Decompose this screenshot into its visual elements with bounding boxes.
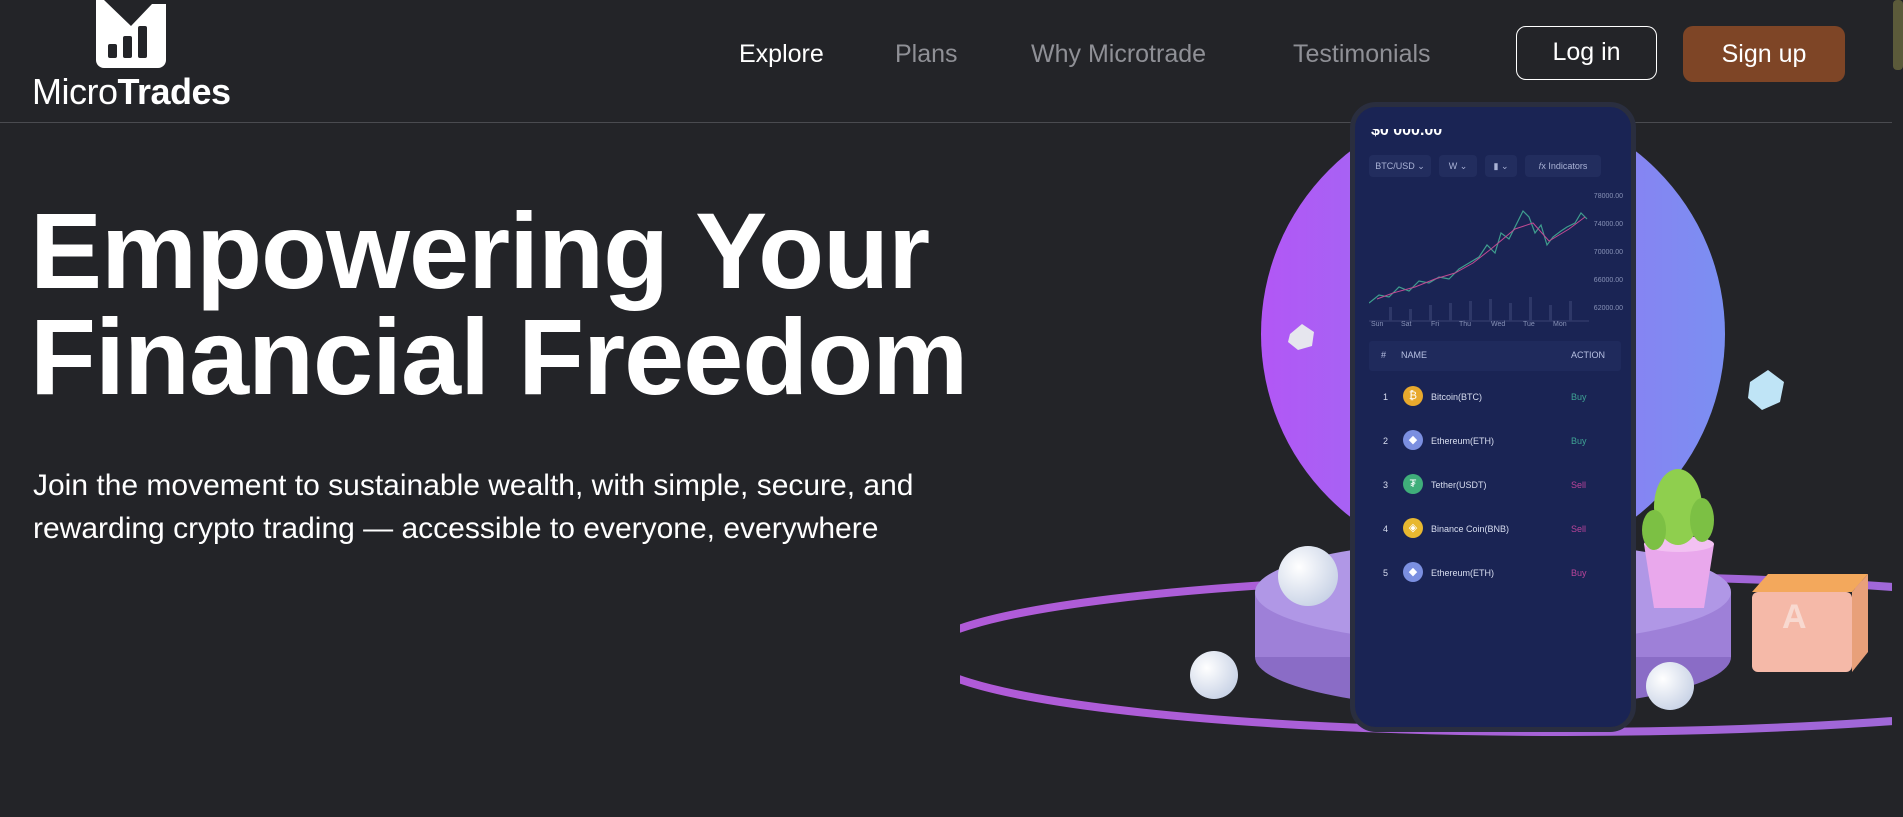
bitcoin-icon: ₿ xyxy=(1403,386,1423,406)
row-number: 2 xyxy=(1383,436,1389,446)
login-button[interactable]: Log in xyxy=(1516,26,1657,80)
buy-action[interactable]: Buy xyxy=(1571,392,1587,402)
row-number: 5 xyxy=(1383,568,1389,578)
nav-explore[interactable]: Explore xyxy=(739,38,824,70)
row-number: 4 xyxy=(1383,524,1389,534)
chevron-down-icon: ⌄ xyxy=(1417,161,1425,171)
price-chart-candles xyxy=(1369,209,1589,322)
x-tick: Sun xyxy=(1371,321,1384,328)
col-header-index: # xyxy=(1381,350,1387,360)
x-tick: Sat xyxy=(1401,321,1412,328)
brand-wordmark-light: Micro xyxy=(32,71,118,112)
coin-name: Ethereum(ETH) xyxy=(1431,436,1495,446)
hero-subtitle-line-2: rewarding crypto trading — accessible to… xyxy=(33,512,879,545)
hero-title-line-2: Financial Freedom xyxy=(30,296,968,417)
hero-illustration: A $0 000.00 BTC/USD ⌄ W ⌄ ▮ ⌄ 𝑓x Indicat… xyxy=(960,102,1892,817)
chevron-down-icon: ⌄ xyxy=(1459,161,1468,171)
coin-row[interactable]: 4 ◈ Binance Coin(BNB) Sell xyxy=(1369,507,1621,551)
scrollbar-thumb[interactable] xyxy=(1893,0,1903,70)
chart-type-selector[interactable]: ▮ ⌄ xyxy=(1485,155,1517,177)
brand-wordmark: MicroTrades xyxy=(32,72,231,112)
coin-row[interactable]: 5 ◆ Ethereum(ETH) Buy xyxy=(1369,551,1621,595)
x-tick: Mon xyxy=(1553,321,1567,328)
indicators-button[interactable]: 𝑓x Indicators xyxy=(1525,155,1601,177)
price-chart[interactable]: 78000.00 74000.00 70000.00 66000.00 6200… xyxy=(1369,183,1625,333)
x-tick: Fri xyxy=(1431,321,1440,328)
coin-row[interactable]: 3 ₮ Tether(USDT) Sell xyxy=(1369,463,1621,507)
indicators-label: Indicators xyxy=(1548,161,1588,171)
sell-action[interactable]: Sell xyxy=(1571,480,1586,490)
nav-why-microtrade[interactable]: Why Microtrade xyxy=(1031,38,1206,70)
signup-button[interactable]: Sign up xyxy=(1683,26,1845,82)
interval-selector[interactable]: W ⌄ xyxy=(1439,155,1477,177)
coin-name: Binance Coin(BNB) xyxy=(1431,524,1510,534)
coin-row[interactable]: 1 ₿ Bitcoin(BTC) Buy xyxy=(1369,375,1621,419)
y-tick: 62000.00 xyxy=(1593,305,1623,312)
pair-selector-label: BTC/USD xyxy=(1375,161,1415,171)
sell-action[interactable]: Sell xyxy=(1571,524,1586,534)
brand-logo[interactable]: MicroTrades xyxy=(32,0,242,112)
binance-icon: ◈ xyxy=(1403,518,1423,538)
x-tick: Wed xyxy=(1491,321,1506,328)
phone-mockup: $0 000.00 BTC/USD ⌄ W ⌄ ▮ ⌄ 𝑓x Indicator… xyxy=(1350,102,1636,732)
x-tick: Tue xyxy=(1523,321,1535,328)
buy-action[interactable]: Buy xyxy=(1571,436,1587,446)
coin-row[interactable]: 2 ◆ Ethereum(ETH) Buy xyxy=(1369,419,1621,463)
interval-selector-label: W xyxy=(1448,161,1458,171)
x-tick: Thu xyxy=(1459,321,1472,328)
y-tick: 78000.00 xyxy=(1593,193,1623,200)
ethereum-icon: ◆ xyxy=(1403,562,1423,582)
y-tick: 66000.00 xyxy=(1593,277,1623,284)
fx-icon: 𝑓x xyxy=(1538,161,1546,171)
row-number: 1 xyxy=(1383,392,1389,402)
brand-wordmark-bold: Trades xyxy=(117,71,232,112)
coin-name: Tether(USDT) xyxy=(1431,480,1487,490)
bar-chart-logo-icon xyxy=(96,0,166,68)
row-number: 3 xyxy=(1383,480,1389,490)
tether-icon: ₮ xyxy=(1403,474,1423,494)
ethereum-icon: ◆ xyxy=(1403,430,1423,450)
pair-selector[interactable]: BTC/USD ⌄ xyxy=(1369,155,1431,177)
hero-subtitle: Join the movement to sustainable wealth,… xyxy=(33,464,1083,550)
hero-subtitle-line-1: Join the movement to sustainable wealth,… xyxy=(33,469,914,502)
y-tick: 70000.00 xyxy=(1593,249,1623,256)
hero-title-line-1: Empowering Your xyxy=(30,190,930,311)
coin-table-header: # NAME ACTION xyxy=(1369,341,1621,371)
y-tick: 74000.00 xyxy=(1593,221,1623,228)
candle-icon: ▮ ⌄ xyxy=(1493,161,1509,171)
col-header-name: NAME xyxy=(1401,350,1428,360)
buy-action[interactable]: Buy xyxy=(1571,568,1587,578)
col-header-action: ACTION xyxy=(1571,350,1606,360)
nav-plans[interactable]: Plans xyxy=(895,38,958,70)
nav-testimonials[interactable]: Testimonials xyxy=(1293,38,1431,70)
coin-name: Bitcoin(BTC) xyxy=(1431,392,1483,402)
letter-block-glyph: A xyxy=(1782,598,1807,636)
coin-name: Ethereum(ETH) xyxy=(1431,568,1495,578)
hero-title: Empowering Your Financial Freedom xyxy=(30,190,1070,417)
phone-price: $0 000.00 xyxy=(1371,129,1443,139)
